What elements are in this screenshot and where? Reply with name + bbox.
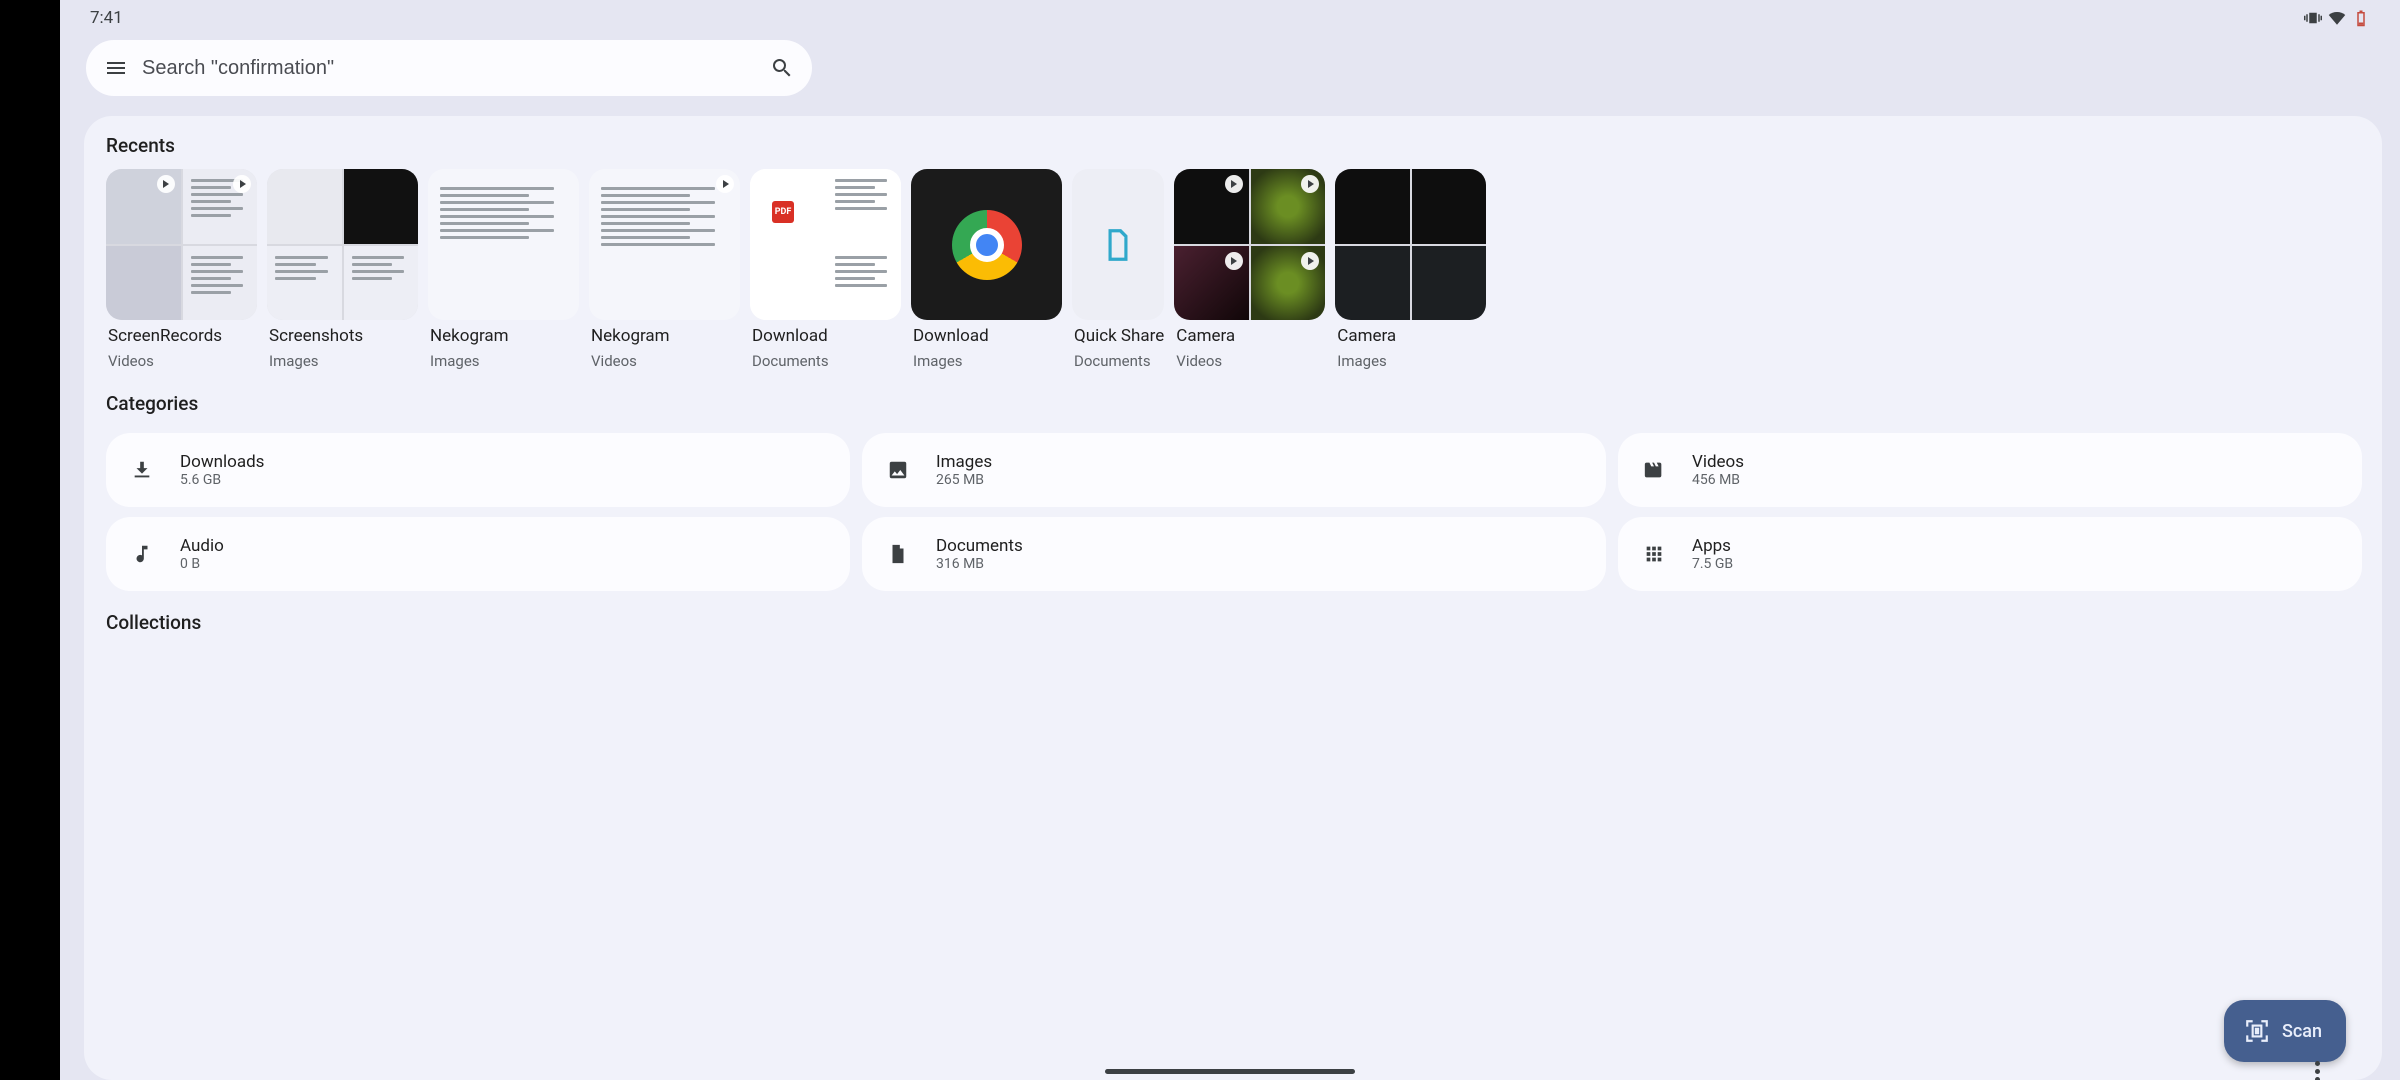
category-size: 316 MB [936, 556, 1023, 572]
recent-subtitle: Videos [106, 352, 257, 370]
category-size: 265 MB [936, 472, 992, 488]
category-videos[interactable]: Videos 456 MB [1618, 433, 2362, 507]
recent-item-quickshare[interactable]: Quick Share Documents [1072, 169, 1164, 370]
collections-heading: Collections [84, 591, 2382, 634]
recent-title: Nekogram [428, 326, 579, 346]
recent-item-download-docs[interactable]: PDF Download Documents [750, 169, 901, 370]
recent-title: Download [911, 326, 1062, 346]
pdf-icon: PDF [772, 201, 794, 223]
recent-title: Camera [1174, 326, 1325, 346]
play-icon [1225, 175, 1243, 193]
categories-grid: Downloads 5.6 GB Images 265 MB Videos 45… [84, 427, 2382, 591]
search-icon[interactable] [770, 56, 794, 80]
recent-subtitle: Documents [1072, 352, 1164, 370]
app-root: 7:41 Recents ScreenRec [60, 0, 2400, 1080]
category-title: Images [936, 452, 992, 472]
recents-row[interactable]: ScreenRecords Videos Screenshots Images [84, 169, 2382, 370]
category-documents[interactable]: Documents 316 MB [862, 517, 1606, 591]
nav-handle[interactable] [1105, 1069, 1355, 1074]
recent-item-camera-videos[interactable]: Camera Videos [1174, 169, 1325, 370]
recent-thumbnail [106, 169, 257, 320]
search-bar[interactable] [86, 40, 812, 96]
category-title: Audio [180, 536, 224, 556]
category-size: 5.6 GB [180, 472, 264, 488]
play-icon [1301, 252, 1319, 270]
image-icon [887, 459, 909, 481]
category-images[interactable]: Images 265 MB [862, 433, 1606, 507]
play-icon [1301, 175, 1319, 193]
recent-subtitle: Videos [1174, 352, 1325, 370]
search-row [60, 30, 2400, 96]
vibrate-icon [2304, 9, 2322, 27]
category-apps[interactable]: Apps 7.5 GB [1618, 517, 2362, 591]
file-icon [1099, 226, 1137, 264]
battery-icon [2352, 9, 2370, 27]
chrome-logo-icon [911, 169, 1062, 320]
recent-thumbnail [589, 169, 740, 320]
recent-item-download-images[interactable]: Download Images [911, 169, 1062, 370]
category-audio[interactable]: Audio 0 B [106, 517, 850, 591]
recent-subtitle: Images [267, 352, 418, 370]
scan-label: Scan [2282, 1021, 2322, 1042]
play-icon [716, 175, 734, 193]
recent-title: Camera [1335, 326, 1486, 346]
overflow-menu-button[interactable] [2306, 1060, 2328, 1080]
wifi-icon [2328, 9, 2346, 27]
status-icons [2304, 9, 2370, 27]
recent-item-camera-images[interactable]: Camera Images [1335, 169, 1486, 370]
download-icon [131, 459, 153, 481]
recent-item-nekogram-images[interactable]: Nekogram Images [428, 169, 579, 370]
recent-item-nekogram-videos[interactable]: Nekogram Videos [589, 169, 740, 370]
recent-item-screenrecords[interactable]: ScreenRecords Videos [106, 169, 257, 370]
play-icon [233, 175, 251, 193]
status-bar: 7:41 [60, 0, 2400, 30]
recents-heading: Recents [84, 134, 2382, 169]
recent-thumbnail: PDF [750, 169, 901, 320]
recent-subtitle: Images [428, 352, 579, 370]
search-input[interactable] [142, 57, 770, 80]
recent-subtitle: Videos [589, 352, 740, 370]
recent-thumbnail [428, 169, 579, 320]
recent-title: Nekogram [589, 326, 740, 346]
category-size: 0 B [180, 556, 224, 572]
recent-thumbnail [267, 169, 418, 320]
recent-thumbnail [1335, 169, 1486, 320]
category-title: Downloads [180, 452, 264, 472]
recent-title: Download [750, 326, 901, 346]
recent-subtitle: Documents [750, 352, 901, 370]
category-title: Videos [1692, 452, 1744, 472]
file-icon [887, 543, 909, 565]
recent-item-screenshots[interactable]: Screenshots Images [267, 169, 418, 370]
recent-title: ScreenRecords [106, 326, 257, 346]
play-icon [1225, 252, 1243, 270]
movie-icon [1643, 459, 1665, 481]
black-pillarbox [0, 0, 60, 1080]
apps-icon [1643, 543, 1665, 565]
status-time: 7:41 [90, 8, 123, 28]
recent-title: Screenshots [267, 326, 418, 346]
category-title: Documents [936, 536, 1023, 556]
category-size: 7.5 GB [1692, 556, 1733, 572]
recent-subtitle: Images [1335, 352, 1486, 370]
main-card: Recents ScreenRecords Videos [84, 116, 2382, 1080]
scan-icon [2244, 1018, 2270, 1044]
music-icon [131, 543, 153, 565]
recent-thumbnail [911, 169, 1062, 320]
recent-title: Quick Share [1072, 326, 1164, 346]
hamburger-icon[interactable] [104, 56, 128, 80]
recent-subtitle: Images [911, 352, 1062, 370]
category-downloads[interactable]: Downloads 5.6 GB [106, 433, 850, 507]
recent-thumbnail [1174, 169, 1325, 320]
category-title: Apps [1692, 536, 1733, 556]
play-icon [157, 175, 175, 193]
category-size: 456 MB [1692, 472, 1744, 488]
recent-thumbnail [1072, 169, 1164, 320]
categories-heading: Categories [84, 370, 2382, 427]
scan-button[interactable]: Scan [2224, 1000, 2346, 1062]
